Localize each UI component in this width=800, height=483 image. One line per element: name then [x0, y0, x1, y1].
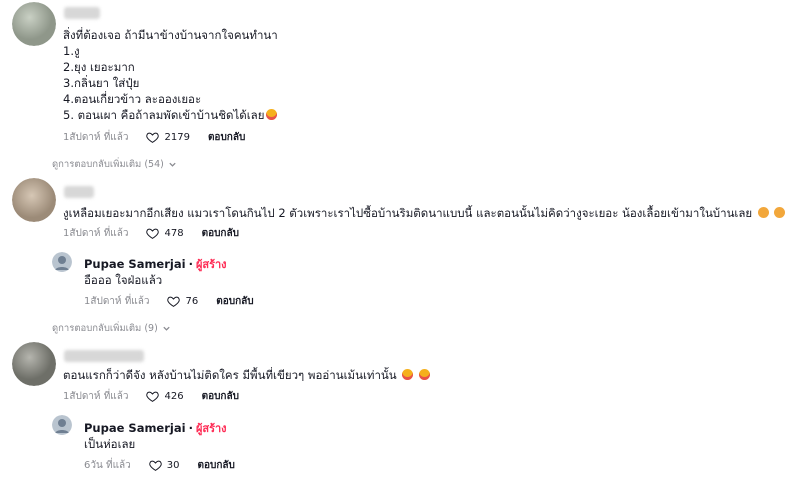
creator-avatar[interactable]: [52, 415, 72, 435]
commenter-avatar[interactable]: [12, 178, 56, 222]
laughing-emoji-icon: [266, 109, 278, 120]
view-more-replies[interactable]: ดูการตอบกลับเพิ่มเติม (9): [52, 321, 171, 336]
timestamp: 6วัน ที่แล้ว: [84, 460, 131, 471]
timestamp: 1สัปดาห์ ที่แล้ว: [63, 391, 129, 402]
like-count: 2179: [164, 132, 190, 143]
reply-button[interactable]: ตอบกลับ: [202, 226, 239, 241]
like-button[interactable]: 2179: [146, 131, 190, 144]
reply-button[interactable]: ตอบกลับ: [216, 294, 253, 309]
reply-header: Pupae Samerjai · ผู้สร้าง: [84, 421, 227, 435]
comment-line: 1.งู: [63, 44, 80, 58]
creator-badge: ผู้สร้าง: [195, 422, 227, 435]
reply-meta: 1สัปดาห์ ที่แล้ว 76 ตอบกลับ: [84, 294, 254, 309]
comment-meta: 1สัปดาห์ ที่แล้ว 426 ตอบกลับ: [63, 389, 239, 404]
blurred-username: [64, 186, 94, 198]
sad-emoji-icon: [774, 207, 786, 218]
reply-button[interactable]: ตอบกลับ: [202, 389, 239, 404]
commenter-avatar[interactable]: [12, 342, 56, 386]
comment-line: 4.ตอนเกี่ยวข้าว ละอองเยอะ: [63, 92, 202, 106]
comment-line: สิ่งที่ต้องเจอ ถ้ามีนาข้างบ้านจากใจคนทำน…: [63, 28, 278, 42]
comment-meta: 1สัปดาห์ ที่แล้ว 478 ตอบกลับ: [63, 226, 239, 241]
view-more-replies[interactable]: ดูการตอบกลับเพิ่มเติม (54): [52, 157, 177, 172]
like-button[interactable]: 478: [146, 227, 184, 240]
comment-text: งูเหลือมเยอะมากอีกเสียง แมวเราโดนกินไป 2…: [63, 205, 786, 221]
heart-icon: [167, 296, 181, 307]
sweat-smile-emoji-icon: [402, 369, 414, 380]
creator-badge: ผู้สร้าง: [195, 258, 227, 271]
reply-button[interactable]: ตอบกลับ: [198, 458, 235, 473]
commenter-avatar[interactable]: [12, 2, 56, 46]
chevron-down-icon: [163, 326, 170, 331]
blurred-username: [64, 350, 144, 362]
like-button[interactable]: 76: [167, 295, 198, 308]
reply-text: เป็นห่อเลย: [84, 437, 136, 451]
chevron-down-icon: [169, 162, 176, 167]
blurred-username: [64, 7, 100, 19]
author-name[interactable]: Pupae Samerjai: [84, 421, 186, 435]
timestamp: 1สัปดาห์ ที่แล้ว: [84, 296, 150, 307]
comment-line-last: 5. ตอนเผา คือถ้าลมพัดเข้าบ้านชิดได้เลย: [63, 107, 278, 123]
like-count: 426: [164, 391, 184, 402]
comment-line: 3.กลิ่นยา ใส่ปุ๋ย: [63, 76, 140, 90]
reply-header: Pupae Samerjai · ผู้สร้าง: [84, 257, 227, 271]
timestamp: 1สัปดาห์ ที่แล้ว: [63, 132, 129, 143]
comment-meta: 1สัปดาห์ ที่แล้ว 2179 ตอบกลับ: [63, 130, 245, 145]
like-count: 478: [164, 228, 184, 239]
comment-line: 2.ยุง เยอะมาก: [63, 60, 135, 74]
reply-meta: 6วัน ที่แล้ว 30 ตอบกลับ: [84, 458, 235, 473]
like-count: 76: [185, 296, 199, 307]
sweat-smile-emoji-icon: [418, 369, 430, 380]
like-button[interactable]: 426: [146, 390, 184, 403]
creator-avatar[interactable]: [52, 252, 72, 272]
heart-icon: [146, 132, 160, 143]
heart-icon: [146, 228, 160, 239]
heart-icon: [149, 460, 162, 471]
reply-button[interactable]: ตอบกลับ: [208, 130, 245, 145]
reply-text: อือออ ใจฝ่อแล้ว: [84, 273, 163, 287]
comment-text: ตอนแรกก็ว่าดีจัง หลังบ้านไม่ติดใคร มีพื้…: [63, 367, 430, 383]
author-name[interactable]: Pupae Samerjai: [84, 257, 186, 271]
heart-icon: [146, 391, 160, 402]
sad-emoji-icon: [757, 207, 769, 218]
like-count: 30: [166, 460, 180, 471]
timestamp: 1สัปดาห์ ที่แล้ว: [63, 228, 129, 239]
like-button[interactable]: 30: [149, 459, 180, 472]
